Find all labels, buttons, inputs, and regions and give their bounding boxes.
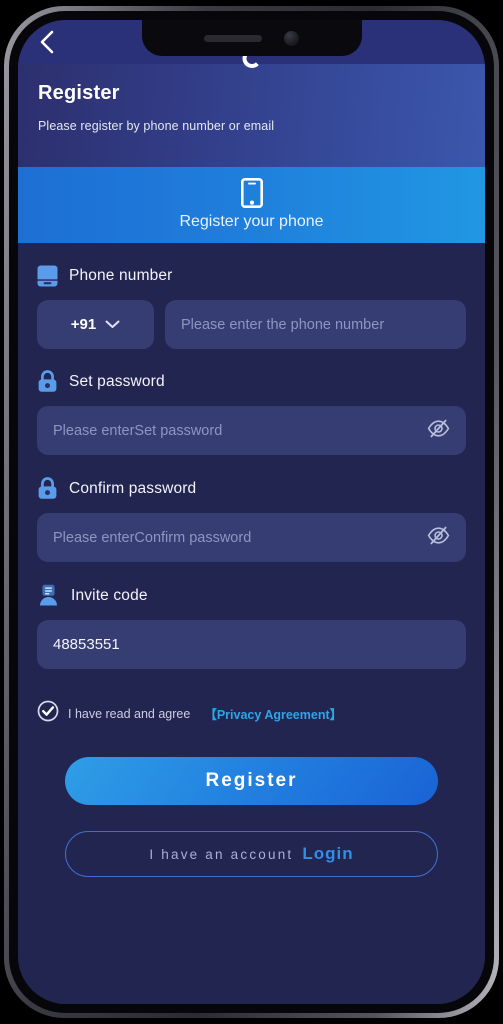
register-button[interactable]: Register: [65, 757, 438, 805]
phone-number-input[interactable]: Please enter the phone number: [165, 300, 466, 349]
phone-device-frame: Register Please register by phone number…: [4, 6, 499, 1018]
tab-register-phone[interactable]: Register your phone: [18, 167, 485, 243]
agreement-row: I have read and agree 【Privacy Agreement…: [37, 700, 466, 727]
phone-number-label: Phone number: [69, 267, 173, 284]
tab-bar: Register your phone: [18, 167, 485, 243]
invite-code-input[interactable]: 48853551: [37, 620, 466, 669]
device-notch: [141, 20, 362, 56]
page-subtitle: Please register by phone number or email: [38, 119, 275, 133]
agreement-text: I have read and agree: [68, 706, 191, 721]
set-password-label-row: Set password: [37, 370, 466, 393]
lock-icon: [38, 477, 57, 499]
confirm-password-placeholder: Please enterConfirm password: [53, 529, 252, 546]
phone-number-label-row: Phone number: [37, 265, 466, 287]
smartphone-icon: [240, 178, 263, 208]
registration-form: Phone number +91 Please enter the phone …: [18, 243, 485, 1004]
set-password-input[interactable]: Please enterSet password: [37, 406, 466, 455]
invite-code-value: 48853551: [53, 636, 120, 653]
notch-camera-icon: [284, 30, 299, 46]
tab-label: Register your phone: [179, 213, 324, 230]
phone-input-row: +91 Please enter the phone number: [37, 300, 466, 349]
country-code-select[interactable]: +91: [37, 300, 154, 349]
page-title: Register: [38, 82, 120, 104]
confirm-password-label-row: Confirm password: [37, 477, 466, 500]
confirm-password-input[interactable]: Please enterConfirm password: [37, 513, 466, 562]
notch-speaker-icon: [204, 34, 262, 42]
phone-bezel: Register Please register by phone number…: [9, 11, 494, 1013]
phone-screen: Register Please register by phone number…: [18, 20, 485, 1004]
phone-card-icon: [37, 265, 58, 287]
country-code-value: +91: [70, 316, 97, 333]
eye-slash-icon: [427, 419, 450, 437]
lock-icon: [38, 370, 57, 392]
set-password-visibility-toggle[interactable]: [427, 419, 450, 443]
login-label: Login: [302, 844, 354, 863]
invite-code-label: Invite code: [71, 586, 148, 604]
page-header: Register Please register by phone number…: [18, 64, 485, 167]
login-prefix-text: I have an account: [149, 846, 294, 862]
check-circle-icon: [37, 700, 59, 722]
invite-code-label-row: Invite code: [37, 584, 466, 607]
user-card-icon: [40, 584, 57, 606]
eye-slash-icon: [427, 526, 450, 544]
agreement-checkbox[interactable]: [37, 700, 59, 727]
chevron-down-icon: [105, 320, 120, 328]
phone-number-placeholder: Please enter the phone number: [181, 316, 385, 333]
set-password-placeholder: Please enterSet password: [53, 422, 223, 439]
back-button[interactable]: [30, 26, 62, 58]
confirm-password-label: Confirm password: [69, 479, 197, 497]
privacy-agreement-link[interactable]: 【Privacy Agreement】: [204, 704, 342, 723]
login-button[interactable]: I have an account Login: [65, 831, 438, 877]
set-password-label: Set password: [69, 372, 165, 390]
chevron-left-icon: [40, 30, 53, 54]
confirm-password-visibility-toggle[interactable]: [427, 526, 450, 550]
